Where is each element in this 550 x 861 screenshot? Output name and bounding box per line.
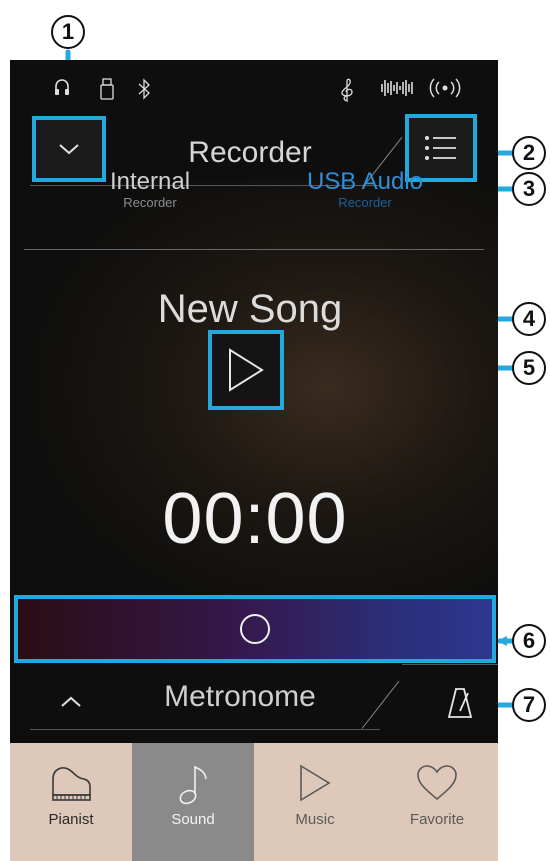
tab-internal-recorder[interactable]: Internal Recorder [65, 169, 235, 211]
callout-7: 7 [512, 688, 546, 722]
tab-divider [24, 249, 484, 250]
recorder-screen: Recorder Internal Recorder USB Audio Rec… [10, 60, 498, 861]
usb-memory-icon [100, 78, 114, 104]
callout-6: 6 [512, 624, 546, 658]
tab-usb-audio-recorder[interactable]: USB Audio Recorder [280, 169, 450, 211]
play-icon [300, 764, 331, 802]
nav-label: Music [295, 811, 335, 828]
nav-label: Favorite [409, 811, 465, 828]
headphones-icon [54, 78, 70, 100]
heart-icon [417, 765, 457, 801]
metronome-button[interactable] [442, 685, 478, 721]
bottom-navigation: Pianist Sound Music Favorite [10, 743, 498, 861]
callout-1: 1 [51, 15, 85, 49]
tab-sublabel: Recorder [338, 195, 392, 210]
nav-item-music[interactable]: Music [254, 743, 376, 861]
metronome-icon [447, 688, 473, 718]
metronome-divider-right [402, 664, 498, 665]
clef-icon [340, 78, 354, 106]
chevron-down-icon [59, 144, 79, 155]
callout-4: 4 [512, 302, 546, 336]
play-button[interactable] [208, 330, 284, 410]
callout-5: 5 [512, 351, 546, 385]
wireless-icon [428, 78, 462, 102]
song-name[interactable]: New Song [100, 287, 400, 332]
nav-item-sound[interactable]: Sound [132, 743, 254, 861]
list-icon [425, 136, 456, 160]
tab-label: Internal [109, 168, 191, 195]
nav-item-pianist[interactable]: Pianist [10, 743, 132, 861]
metronome-label[interactable]: Metronome [140, 680, 340, 714]
sound-wave-icon [380, 78, 414, 102]
metronome-divider-slant [361, 680, 400, 729]
nav-label: Pianist [48, 811, 94, 828]
bluetooth-icon [138, 78, 150, 104]
playback-time: 00:00 [162, 479, 348, 559]
chevron-up-icon [61, 696, 81, 707]
nav-label: Sound [171, 811, 215, 828]
callout-2: 2 [512, 136, 546, 170]
music-note-icon [179, 765, 207, 805]
grand-piano-icon [52, 767, 91, 801]
tab-label: USB Audio [306, 168, 424, 195]
metronome-expand-button[interactable] [56, 687, 86, 717]
tab-sublabel: Recorder [123, 195, 177, 210]
status-bar [10, 60, 498, 108]
callout-3: 3 [512, 172, 546, 206]
metronome-divider [30, 729, 380, 730]
nav-item-favorite[interactable]: Favorite [376, 743, 498, 861]
record-button[interactable] [14, 595, 496, 663]
page-title: Recorder [188, 136, 312, 169]
play-icon [229, 348, 264, 392]
record-circle-icon [240, 614, 270, 644]
